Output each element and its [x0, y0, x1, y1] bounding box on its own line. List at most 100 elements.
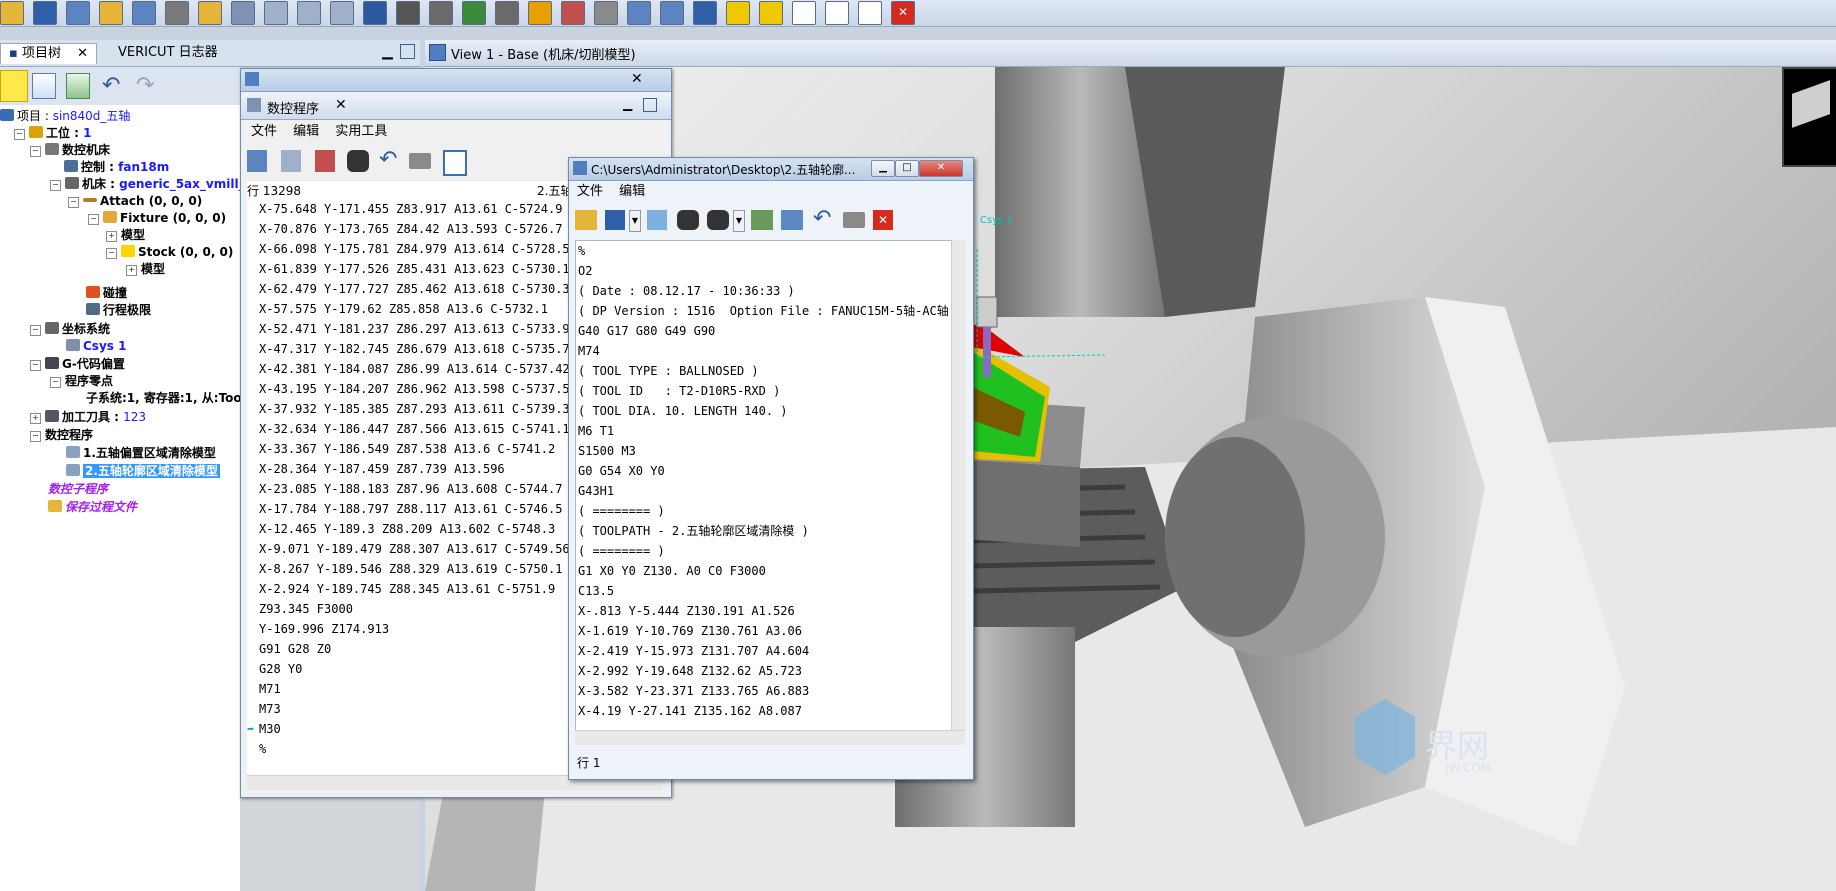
nc-code-line[interactable]: G28 Y0 — [259, 659, 302, 679]
file-code-line[interactable]: ( TOOLPATH - 2.五轴轮廓区域清除模 ) — [578, 521, 809, 541]
zoom-in-icon[interactable] — [627, 1, 651, 25]
info-icon[interactable] — [363, 1, 387, 25]
ip-icon[interactable] — [132, 1, 156, 25]
undock-icon[interactable] — [643, 98, 657, 112]
nc-code-line[interactable]: X-17.784 Y-188.797 Z88.117 A13.61 C-5746… — [259, 499, 562, 519]
file-code-line[interactable]: G1 X0 Y0 Z130. A0 C0 F3000 — [578, 561, 766, 581]
undo-icon[interactable]: ↶ — [102, 73, 120, 98]
replace-all-icon[interactable] — [781, 210, 803, 230]
nc-code-line[interactable]: X-61.839 Y-177.526 Z85.431 A13.623 C-573… — [259, 259, 570, 279]
file-code-line[interactable]: X-3.582 Y-23.371 Z133.765 A6.883 — [578, 681, 809, 701]
eraser-icon[interactable] — [528, 1, 552, 25]
nc-code-line[interactable]: X-43.195 Y-184.207 Z86.962 A13.598 C-573… — [259, 379, 570, 399]
close-button[interactable]: ✕ — [919, 160, 963, 177]
nc-code-line[interactable]: X-57.575 Y-179.62 Z85.858 A13.6 C-5732.1 — [259, 299, 548, 319]
folder-icon[interactable] — [0, 1, 24, 25]
print-icon[interactable] — [843, 212, 865, 228]
file-code-line[interactable]: G40 G17 G80 G49 G90 — [578, 321, 715, 341]
tree-item-machine[interactable]: − 机床 : generic_5ax_vmill_t — [50, 176, 250, 192]
replace-icon[interactable] — [751, 210, 773, 230]
nc-code-list[interactable]: X-75.648 Y-171.455 Z83.917 A13.61 C-5724… — [247, 199, 575, 775]
undock-icon[interactable] — [400, 44, 415, 59]
add-component-icon[interactable] — [66, 73, 90, 99]
nc-check-icon[interactable] — [297, 1, 321, 25]
file-code-line[interactable]: ( ======== ) — [578, 501, 665, 521]
tree-item-program-1[interactable]: 1.五轴偏置区域清除模型 — [66, 445, 216, 461]
close-icon[interactable]: ✕ — [77, 46, 88, 61]
minimize-button[interactable]: ▁ — [871, 160, 895, 177]
dropdown-icon[interactable]: ▼ — [733, 210, 745, 232]
machine-icon[interactable] — [429, 1, 453, 25]
insert-icon[interactable] — [647, 210, 667, 230]
close-icon[interactable]: ✕ — [631, 71, 643, 87]
nc-code-line[interactable]: M71 — [259, 679, 281, 699]
nc-code-line[interactable]: X-32.634 Y-186.447 Z87.566 A13.615 C-574… — [259, 419, 570, 439]
tree-item-model[interactable]: + 模型 — [126, 261, 165, 277]
split-horizontal-icon[interactable] — [858, 1, 882, 25]
tree-item-collision[interactable]: 碰撞 — [86, 285, 127, 301]
nc-code-line[interactable]: X-12.465 Y-189.3 Z88.209 A13.602 C-5748.… — [259, 519, 555, 539]
tree-item-attach[interactable]: − Attach (0, 0, 0) — [68, 193, 202, 209]
tree-item-fixture[interactable]: − Fixture (0, 0, 0) — [88, 210, 226, 226]
nc-code-line[interactable]: X-2.924 Y-189.745 Z88.345 A13.61 C-5751.… — [259, 579, 555, 599]
nc-code-line[interactable]: X-8.267 Y-189.546 Z88.329 A13.619 C-5750… — [259, 559, 562, 579]
vc-icon[interactable] — [66, 1, 90, 25]
nc-code-line[interactable]: X-9.071 Y-189.479 Z88.307 A13.617 C-5749… — [259, 539, 570, 559]
minimize-icon[interactable]: ▁ — [382, 44, 393, 60]
tree-item-travel-limits[interactable]: 行程极限 — [86, 302, 151, 318]
file-code-line[interactable]: X-4.19 Y-27.141 Z135.162 A8.087 — [578, 701, 802, 721]
find-next-icon[interactable] — [707, 210, 729, 230]
split-vertical-icon[interactable] — [825, 1, 849, 25]
single-view-icon[interactable] — [792, 1, 816, 25]
tab-project-tree[interactable]: ▪ 项目树 ✕ — [0, 43, 98, 64]
file-code-line[interactable]: M6 T1 — [578, 421, 614, 441]
file-code-line[interactable]: G0 G54 X0 Y0 — [578, 461, 665, 481]
nc-code-line[interactable]: X-23.085 Y-188.183 Z87.96 A13.608 C-5744… — [259, 479, 562, 499]
check-icon[interactable] — [315, 150, 335, 172]
tree-item-program-zero[interactable]: − 程序零点 — [50, 373, 113, 389]
file-code-line[interactable]: ( Date : 08.12.17 - 10:36:33 ) — [578, 281, 795, 301]
horizontal-scrollbar[interactable] — [575, 730, 965, 745]
tree-item-nc-programs[interactable]: − 数控程序 — [30, 427, 93, 443]
fit-icon[interactable] — [693, 1, 717, 25]
file-code-line[interactable]: ( ======== ) — [578, 541, 665, 561]
file-code-line[interactable]: ( TOOL DIA. 10. LENGTH 140. ) — [578, 401, 788, 421]
menu-file[interactable]: 文件 — [251, 124, 277, 139]
tree-item-stock[interactable]: − Stock (0, 0, 0) — [106, 244, 233, 260]
nc-code-line[interactable]: M30 — [259, 719, 281, 739]
open-folder-icon[interactable] — [575, 210, 597, 230]
open-icon[interactable] — [99, 1, 123, 25]
tree-item-model[interactable]: + 模型 — [106, 227, 145, 243]
tree-item-setup[interactable]: − 工位 : 1 — [14, 125, 92, 141]
file-code-line[interactable]: C13.5 — [578, 581, 614, 601]
file-code-line[interactable]: G43H1 — [578, 481, 614, 501]
file-code-line[interactable]: M74 — [578, 341, 600, 361]
menu-edit[interactable]: 编辑 — [619, 184, 645, 199]
nc-code-line[interactable]: X-75.648 Y-171.455 Z83.917 A13.61 C-5724… — [259, 199, 562, 219]
file-code-line[interactable]: ( DP Version : 1516 Option File : FANUC1… — [578, 301, 952, 321]
file-code-line[interactable]: X-2.992 Y-19.648 Z132.62 A5.723 — [578, 661, 802, 681]
binoculars-icon[interactable] — [347, 150, 369, 172]
view-cube[interactable] — [1782, 67, 1836, 167]
undo-icon[interactable]: ↶ — [379, 147, 397, 172]
axes-icon[interactable] — [495, 1, 519, 25]
tree-item-program-2[interactable]: 2.五轴轮廓区域清除模型 — [66, 463, 220, 479]
print-icon[interactable] — [409, 153, 431, 169]
nc-code-line[interactable]: X-37.932 Y-185.385 Z87.293 A13.611 C-573… — [259, 399, 570, 419]
file-code-line[interactable]: ( TOOL ID : T2-D10R5-RXD ) — [578, 381, 780, 401]
close-icon[interactable]: ✕ — [335, 97, 347, 113]
close-icon[interactable]: ✕ — [891, 1, 915, 25]
tree-item-coord-systems[interactable]: − 坐标系统 — [30, 321, 110, 337]
tree-item-tooling[interactable]: + 加工刀具 : 123 — [30, 409, 146, 425]
nc-code-line[interactable]: M73 — [259, 699, 281, 719]
file-code-line[interactable]: O2 — [578, 261, 592, 281]
reset-icon[interactable] — [462, 1, 486, 25]
list-icon[interactable] — [247, 150, 267, 172]
zoom-out-icon[interactable] — [660, 1, 684, 25]
dropdown-icon[interactable]: ▼ — [629, 210, 641, 232]
chart-icon[interactable] — [561, 1, 585, 25]
close-icon[interactable]: ✕ — [873, 210, 893, 230]
nc-file-icon[interactable] — [281, 150, 301, 172]
minimize-icon[interactable]: ▁ — [623, 97, 632, 111]
nc-code-line[interactable]: X-62.479 Y-177.727 Z85.462 A13.618 C-573… — [259, 279, 570, 299]
